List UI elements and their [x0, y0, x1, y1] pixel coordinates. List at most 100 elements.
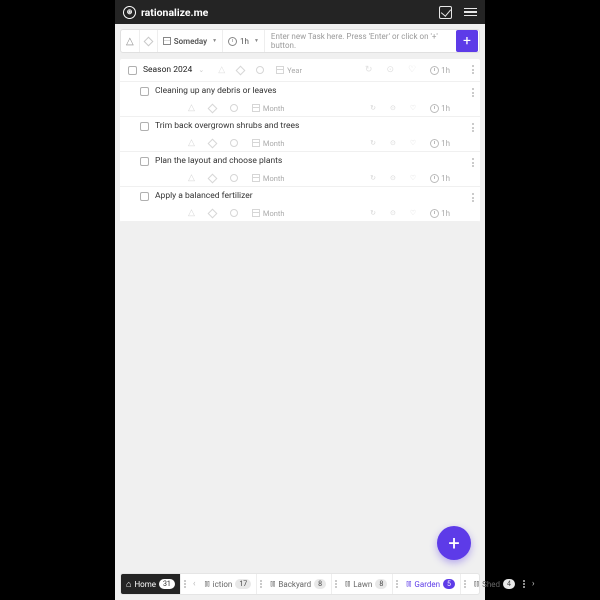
clock-icon — [430, 139, 439, 148]
clock-icon — [430, 66, 439, 75]
tab-more-icon[interactable] — [520, 580, 528, 588]
task-title: Plan the layout and choose plants — [155, 156, 282, 166]
priority-icon[interactable]: △ — [121, 30, 140, 52]
schedule-select[interactable]: Someday — [158, 30, 223, 52]
header-right — [439, 6, 477, 19]
clock-icon — [430, 174, 439, 183]
more-icon[interactable] — [468, 61, 478, 78]
task-title: Season 2024 — [143, 65, 192, 75]
heart-icon: ♡ — [408, 65, 416, 75]
task-checkbox[interactable] — [140, 87, 149, 96]
circle-icon — [256, 66, 264, 74]
app-title: rationalize.me — [141, 6, 208, 19]
heart-icon: ♡ — [410, 174, 416, 182]
diamond-icon — [236, 65, 246, 75]
diamond-icon — [207, 103, 217, 113]
tab-more-icon[interactable] — [332, 580, 340, 588]
flame-icon: △ — [188, 208, 195, 218]
calendar-icon — [252, 104, 260, 112]
duration-select[interactable]: 1h — [223, 30, 265, 52]
tab-count: 17 — [235, 579, 251, 589]
duration-label: 1h — [441, 66, 450, 75]
duration-label: 1h — [240, 37, 249, 46]
fab-add-button[interactable]: + — [437, 526, 471, 560]
repeat-icon: ↻ — [370, 174, 376, 182]
tab-more-icon[interactable] — [461, 580, 469, 588]
assign-icon: ⊙ — [390, 104, 396, 112]
tab-item[interactable]: ⫾⫾ Shed 4 — [469, 574, 520, 594]
task-group-row[interactable]: Season 2024 ⌄ △ Year ↻ ⊙ ♡ — [120, 59, 480, 81]
duration-label: 1h — [441, 139, 450, 148]
more-icon[interactable] — [468, 119, 478, 136]
flame-icon: △ — [218, 65, 225, 75]
tab-item[interactable]: ⫾⫾ iction 17 — [200, 574, 258, 594]
diamond-icon — [207, 173, 217, 183]
flame-icon: △ — [188, 103, 195, 113]
tag-icon[interactable] — [140, 30, 158, 52]
calendar-icon — [252, 139, 260, 147]
tab-count: 5 — [443, 579, 455, 589]
clock-icon — [430, 209, 439, 218]
chevron-down-icon: ⌄ — [198, 66, 204, 74]
more-icon[interactable] — [468, 189, 478, 206]
app-header: ⊛ rationalize.me — [115, 0, 485, 24]
task-checkbox[interactable] — [140, 192, 149, 201]
assign-icon: ⊙ — [386, 65, 394, 75]
more-icon[interactable] — [468, 84, 478, 101]
period-label: Month — [263, 104, 285, 113]
tab-label: Lawn — [353, 580, 372, 589]
task-checkbox[interactable] — [128, 66, 137, 75]
circle-icon — [230, 104, 238, 112]
period-label: Month — [263, 139, 285, 148]
task-checkbox[interactable] — [140, 122, 149, 131]
tab-count: 4 — [503, 579, 515, 589]
task-title: Apply a balanced fertilizer — [155, 191, 253, 201]
period-label: Month — [263, 174, 285, 183]
circle-icon — [230, 209, 238, 217]
logo-icon: ⊛ — [123, 6, 136, 19]
task-checkbox[interactable] — [140, 157, 149, 166]
assign-icon: ⊙ — [390, 174, 396, 182]
heart-icon: ♡ — [410, 104, 416, 112]
task-row[interactable]: Cleaning up any debris or leaves △ Month… — [120, 82, 480, 116]
tab-item[interactable]: ⫾⫾ Lawn 8 — [340, 574, 393, 594]
bars-icon: ⫾⫾ — [406, 579, 411, 589]
menu-icon[interactable] — [464, 8, 477, 17]
header-left: ⊛ rationalize.me — [123, 6, 208, 19]
diamond-icon — [207, 138, 217, 148]
tab-more-icon[interactable] — [181, 580, 189, 588]
review-icon[interactable] — [439, 6, 452, 19]
schedule-label: Someday — [174, 37, 207, 46]
repeat-icon: ↻ — [370, 104, 376, 112]
repeat-icon: ↻ — [370, 209, 376, 217]
assign-icon: ⊙ — [390, 209, 396, 217]
tab-home[interactable]: ⌂ Home 31 — [121, 574, 181, 594]
new-task-bar: △ Someday 1h Enter new Task here. Press … — [120, 29, 480, 53]
flame-icon: △ — [188, 138, 195, 148]
tab-more-icon[interactable] — [393, 580, 401, 588]
task-row[interactable]: Trim back overgrown shrubs and trees △ M… — [120, 117, 480, 151]
calendar-icon — [276, 66, 284, 74]
tab-count: 8 — [314, 579, 326, 589]
tab-label: Garden — [414, 580, 440, 589]
duration-label: 1h — [441, 174, 450, 183]
tab-count: 8 — [375, 579, 387, 589]
task-row[interactable]: Plan the layout and choose plants △ Mont… — [120, 152, 480, 186]
duration-label: 1h — [441, 104, 450, 113]
task-row[interactable]: Apply a balanced fertilizer △ Month ↻ ⊙ … — [120, 187, 480, 221]
tab-label: Shed — [482, 580, 500, 589]
tab-label: Backyard — [278, 580, 311, 589]
add-task-button[interactable]: + — [456, 30, 478, 52]
home-icon: ⌂ — [126, 579, 131, 590]
calendar-icon — [252, 209, 260, 217]
tab-item[interactable]: ⫾⫾ Garden 5 — [401, 574, 461, 594]
chevron-left-icon[interactable]: ‹ — [189, 579, 200, 589]
new-task-input[interactable]: Enter new Task here. Press 'Enter' or cl… — [265, 32, 455, 50]
tab-more-icon[interactable] — [257, 580, 265, 588]
chevron-right-icon[interactable]: › — [528, 579, 539, 589]
repeat-icon: ↻ — [370, 139, 376, 147]
tab-item[interactable]: ⫾⫾ Backyard 8 — [265, 574, 332, 594]
more-icon[interactable] — [468, 154, 478, 171]
bars-icon: ⫾⫾ — [474, 579, 479, 589]
repeat-icon: ↻ — [365, 65, 373, 75]
